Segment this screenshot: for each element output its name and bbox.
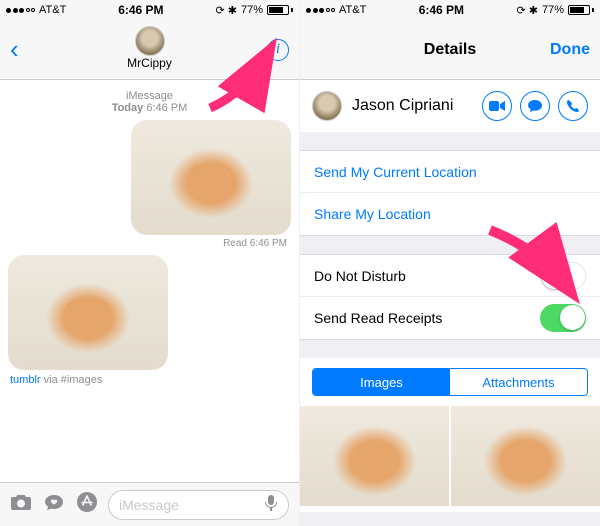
source-link[interactable]: tumblr (10, 374, 41, 386)
battery-icon (568, 5, 594, 15)
message-source: tumblr via #images (10, 374, 289, 386)
segment-attachments[interactable]: Attachments (450, 369, 587, 395)
bluetooth-icon: ⟳ ✱ (516, 4, 538, 17)
signal-dots (306, 8, 335, 13)
battery-pct: 77% (542, 4, 564, 16)
share-location-button[interactable]: Share My Location (300, 193, 600, 235)
dnd-label: Do Not Disturb (314, 268, 540, 284)
info-button[interactable]: i (267, 39, 289, 61)
input-placeholder: iMessage (119, 497, 179, 513)
incoming-message-image[interactable] (8, 255, 168, 370)
nav-bar: ‹ MrCippy i (0, 20, 299, 80)
message-input-bar: iMessage (0, 482, 299, 526)
dnd-toggle[interactable] (540, 262, 586, 290)
attachment-thumb[interactable] (300, 406, 449, 506)
call-button[interactable] (558, 91, 588, 121)
camera-icon[interactable] (10, 493, 32, 517)
status-bar: AT&T 6:46 PM ⟳ ✱ 77% (0, 0, 299, 20)
battery-icon (267, 5, 293, 15)
read-receipts-row: Send Read Receipts (300, 297, 600, 339)
contact-avatar (312, 91, 342, 121)
battery-pct: 77% (241, 4, 263, 16)
segment-images[interactable]: Images (313, 369, 450, 395)
message-button[interactable] (520, 91, 550, 121)
details-title: Details (424, 41, 476, 59)
read-receipts-label: Send Read Receipts (314, 310, 540, 326)
read-receipt: Read 6:46 PM (223, 238, 287, 249)
dnd-row: Do Not Disturb (300, 255, 600, 297)
attachment-thumb[interactable] (451, 406, 600, 506)
status-time: 6:46 PM (419, 3, 464, 17)
messages-conversation-screen: AT&T 6:46 PM ⟳ ✱ 77% ‹ MrCippy i iMessag… (0, 0, 300, 526)
bluetooth-icon: ⟳ ✱ (215, 4, 237, 17)
carrier-label: AT&T (339, 4, 366, 16)
done-button[interactable]: Done (550, 41, 590, 59)
contact-name: MrCippy (127, 56, 172, 70)
status-bar: AT&T 6:46 PM ⟳ ✱ 77% (300, 0, 600, 20)
facetime-button[interactable] (482, 91, 512, 121)
nav-bar: Details Done (300, 20, 600, 80)
message-input[interactable]: iMessage (108, 490, 289, 520)
timestamp: iMessage Today 6:46 PM (8, 90, 291, 114)
contact-row[interactable]: Jason Cipriani (300, 80, 600, 132)
carrier-label: AT&T (39, 4, 66, 16)
outgoing-message-image[interactable] (131, 120, 291, 235)
app-store-icon[interactable] (76, 491, 98, 519)
attachment-segmented-control[interactable]: Images Attachments (312, 368, 588, 396)
digital-touch-icon[interactable] (42, 493, 66, 517)
back-button[interactable]: ‹ (10, 34, 19, 65)
read-receipts-toggle[interactable] (540, 304, 586, 332)
status-time: 6:46 PM (118, 3, 163, 17)
conversation-area[interactable]: iMessage Today 6:46 PM Read 6:46 PM tumb… (0, 80, 299, 482)
contact-avatar[interactable] (135, 26, 165, 56)
signal-dots (6, 8, 35, 13)
contact-name: Jason Cipriani (352, 97, 453, 115)
send-location-button[interactable]: Send My Current Location (300, 151, 600, 193)
mic-icon[interactable] (264, 494, 278, 515)
attachment-grid (300, 406, 600, 506)
details-screen: AT&T 6:46 PM ⟳ ✱ 77% Details Done Jason … (300, 0, 600, 526)
details-content[interactable]: Jason Cipriani Send My Current Location … (300, 80, 600, 526)
